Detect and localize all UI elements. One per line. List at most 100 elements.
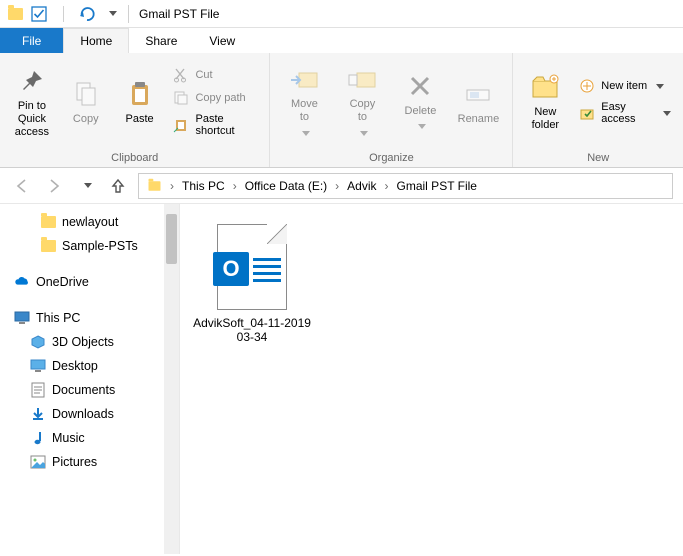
- onedrive-icon: [14, 274, 30, 290]
- music-icon: [30, 430, 46, 446]
- file-item-pst[interactable]: O AdvikSoft_04-11-2019 03-34: [192, 224, 312, 344]
- ribbon-tabs: File Home Share View: [0, 28, 683, 53]
- breadcrumb-folder2[interactable]: Gmail PST File: [393, 179, 481, 193]
- tree-onedrive[interactable]: OneDrive: [0, 270, 179, 294]
- desktop-icon: [30, 358, 46, 374]
- copy-path-label: Copy path: [195, 92, 245, 104]
- group-organize: Move to Copy to Delete Rename Organize: [270, 53, 513, 167]
- breadcrumb-drive[interactable]: Office Data (E:): [241, 179, 331, 193]
- up-button[interactable]: [106, 174, 130, 198]
- folder-icon: [40, 214, 56, 230]
- qat-customize-dropdown[interactable]: [100, 3, 122, 25]
- chevron-right-icon[interactable]: ›: [381, 179, 393, 193]
- copy-path-button[interactable]: Copy path: [167, 88, 263, 108]
- tree-downloads[interactable]: Downloads: [0, 402, 179, 426]
- tree-scrollbar[interactable]: [164, 204, 179, 554]
- breadcrumb-folder1[interactable]: Advik: [343, 179, 380, 193]
- recent-locations-dropdown[interactable]: [74, 174, 98, 198]
- paste-button[interactable]: Paste: [114, 74, 166, 130]
- tree-label: Desktop: [52, 359, 98, 373]
- organize-group-label: Organize: [270, 150, 512, 167]
- paste-icon: [124, 78, 156, 110]
- tree-label: This PC: [36, 311, 80, 325]
- scrollbar-thumb[interactable]: [166, 214, 177, 264]
- tree-label: Pictures: [52, 455, 97, 469]
- copy-to-label: Copy to: [350, 98, 376, 124]
- delete-button[interactable]: Delete: [392, 66, 448, 138]
- group-clipboard: Pin to Quick access Copy Paste Cut Copy …: [0, 53, 270, 167]
- new-folder-label: New folder: [532, 106, 560, 132]
- chevron-down-icon: [660, 107, 671, 119]
- rename-label: Rename: [458, 113, 500, 126]
- chevron-down-icon: [653, 80, 664, 92]
- tab-share[interactable]: Share: [129, 28, 193, 53]
- new-group-label: New: [513, 150, 683, 167]
- folder-icon: [40, 238, 56, 254]
- navigation-pane[interactable]: newlayout Sample-PSTs OneDrive This PC 3…: [0, 204, 180, 554]
- tree-thispc[interactable]: This PC: [0, 306, 179, 330]
- tree-label: Documents: [52, 383, 115, 397]
- rename-icon: [462, 78, 494, 110]
- paste-shortcut-button[interactable]: Paste shortcut: [167, 111, 263, 139]
- breadcrumb-thispc[interactable]: This PC: [178, 179, 229, 193]
- group-new: New folder New item Easy access New: [513, 53, 683, 167]
- paste-label: Paste: [126, 113, 154, 126]
- title-divider: [128, 5, 129, 23]
- cut-icon: [173, 67, 189, 83]
- chevron-down-icon: [357, 127, 368, 140]
- tree-pictures[interactable]: Pictures: [0, 450, 179, 474]
- navigation-bar: › This PC › Office Data (E:) › Advik › G…: [0, 168, 683, 204]
- tab-home[interactable]: Home: [63, 28, 129, 53]
- tree-label: Downloads: [52, 407, 114, 421]
- tree-music[interactable]: Music: [0, 426, 179, 450]
- copy-path-icon: [173, 90, 189, 106]
- copy-to-button[interactable]: Copy to: [334, 59, 390, 144]
- pictures-icon: [30, 454, 46, 470]
- tab-view[interactable]: View: [193, 28, 251, 53]
- tree-label: Sample-PSTs: [62, 239, 138, 253]
- properties-checkbox-icon[interactable]: [28, 3, 50, 25]
- chevron-right-icon[interactable]: ›: [166, 179, 178, 193]
- easy-access-icon: [579, 105, 595, 121]
- new-folder-button[interactable]: New folder: [519, 67, 571, 136]
- paste-shortcut-icon: [173, 117, 189, 133]
- new-item-button[interactable]: New item: [573, 76, 677, 96]
- new-folder-icon: [529, 71, 561, 103]
- pin-icon: [16, 65, 48, 97]
- move-to-button[interactable]: Move to: [276, 59, 332, 144]
- easy-access-button[interactable]: Easy access: [573, 99, 677, 127]
- chevron-down-icon: [299, 127, 310, 140]
- tab-file[interactable]: File: [0, 28, 63, 53]
- pin-to-quick-access-button[interactable]: Pin to Quick access: [6, 61, 58, 143]
- tree-label: OneDrive: [36, 275, 89, 289]
- downloads-icon: [30, 406, 46, 422]
- tree-3dobjects[interactable]: 3D Objects: [0, 330, 179, 354]
- back-button[interactable]: [10, 174, 34, 198]
- ribbon: Pin to Quick access Copy Paste Cut Copy …: [0, 53, 683, 168]
- address-bar[interactable]: › This PC › Office Data (E:) › Advik › G…: [138, 173, 673, 199]
- breadcrumb-root-icon[interactable]: [143, 180, 166, 192]
- delete-label: Delete: [405, 105, 437, 118]
- undo-icon[interactable]: [76, 3, 98, 25]
- copy-button[interactable]: Copy: [60, 74, 112, 130]
- file-label: AdvikSoft_04-11-2019 03-34: [192, 316, 312, 344]
- tree-folder-item[interactable]: newlayout: [0, 210, 179, 234]
- qat-separator: [52, 3, 74, 25]
- easy-access-label: Easy access: [601, 101, 654, 125]
- tree-label: Music: [52, 431, 85, 445]
- chevron-down-icon: [415, 121, 426, 134]
- chevron-right-icon[interactable]: ›: [331, 179, 343, 193]
- new-item-label: New item: [601, 80, 647, 92]
- tree-desktop[interactable]: Desktop: [0, 354, 179, 378]
- tree-folder-item[interactable]: Sample-PSTs: [0, 234, 179, 258]
- file-list[interactable]: O AdvikSoft_04-11-2019 03-34: [180, 204, 683, 554]
- tree-documents[interactable]: Documents: [0, 378, 179, 402]
- rename-button[interactable]: Rename: [450, 74, 506, 130]
- cut-button[interactable]: Cut: [167, 65, 263, 85]
- chevron-right-icon[interactable]: ›: [229, 179, 241, 193]
- tree-label: 3D Objects: [52, 335, 114, 349]
- folder-icon[interactable]: [4, 3, 26, 25]
- quick-access-toolbar: [4, 3, 122, 25]
- forward-button[interactable]: [42, 174, 66, 198]
- 3dobjects-icon: [30, 334, 46, 350]
